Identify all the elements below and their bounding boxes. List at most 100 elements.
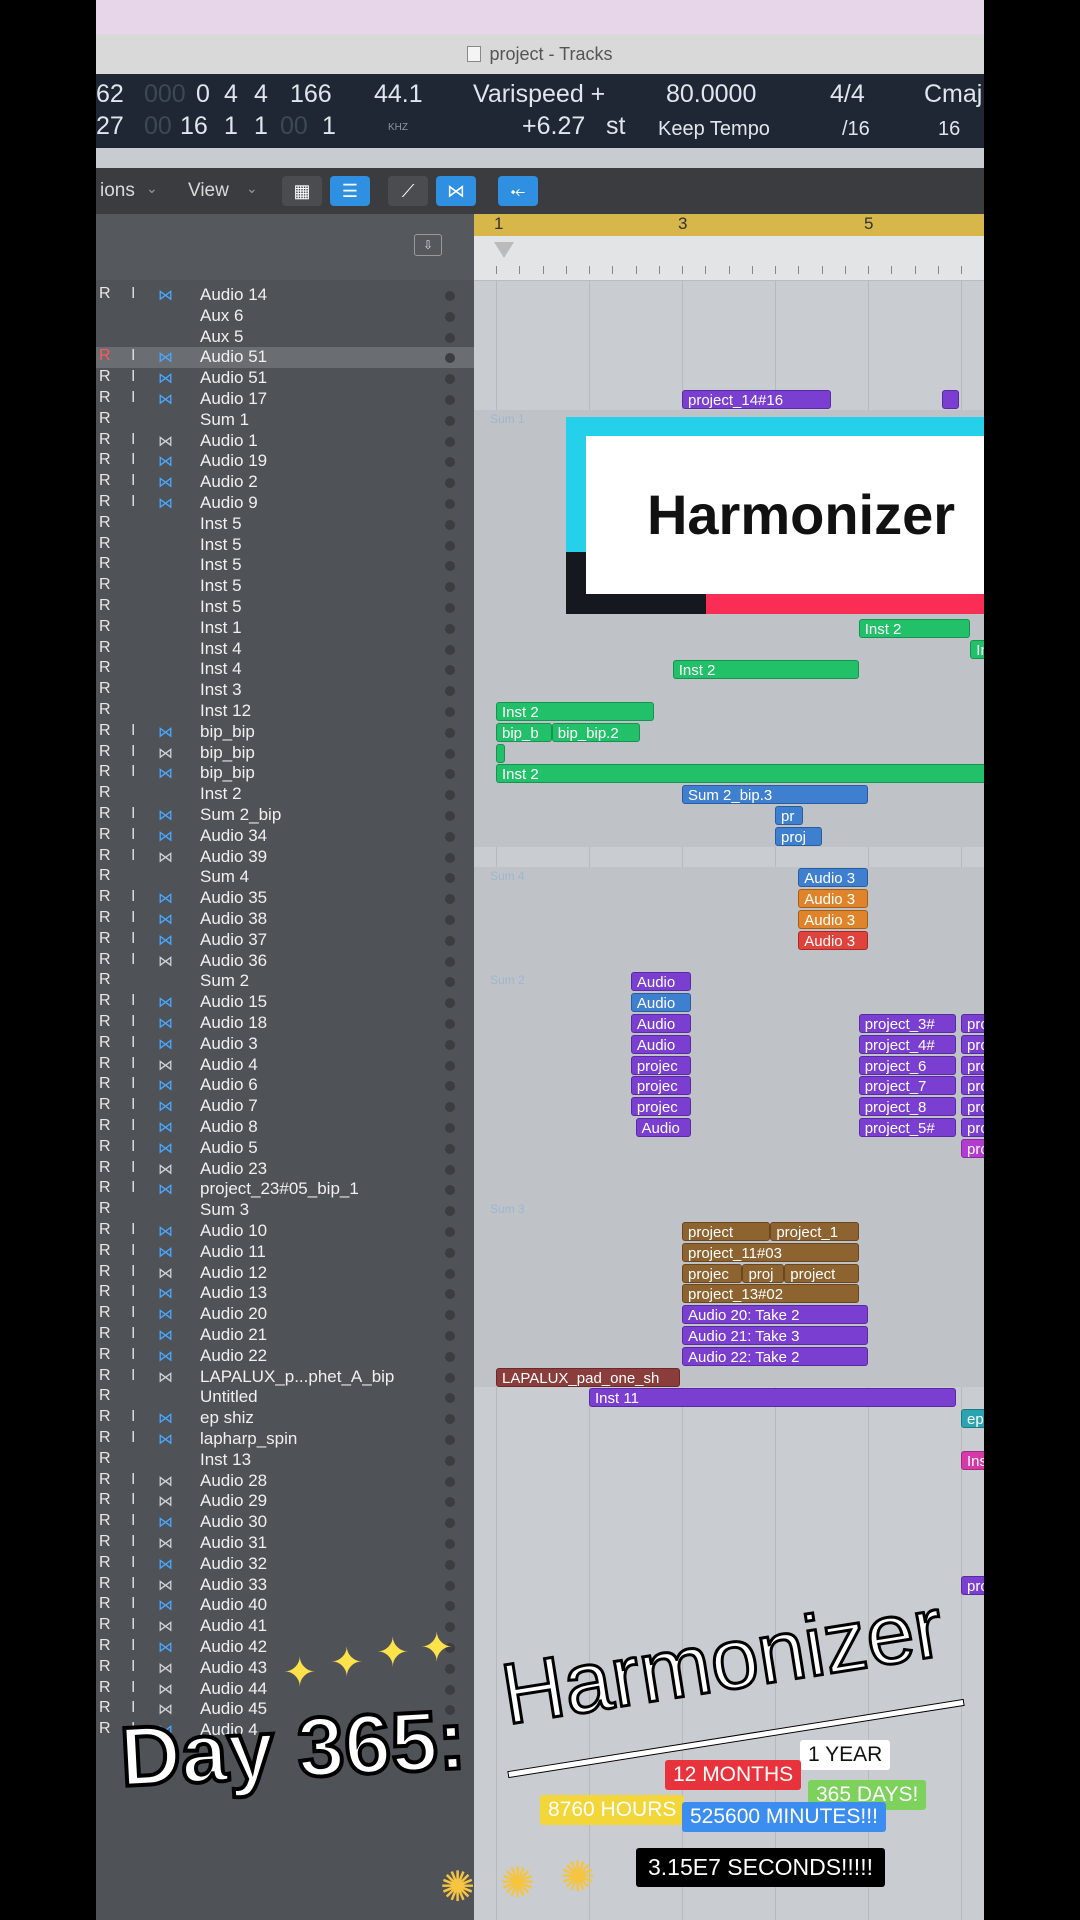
record-enable-button[interactable]: R xyxy=(99,1055,111,1073)
region[interactable]: proj xyxy=(775,826,822,846)
track-header-row[interactable]: R I ⋈ Audio 28 xyxy=(96,1471,474,1492)
region[interactable]: project_3# xyxy=(858,1014,957,1033)
input-monitor-button[interactable]: I xyxy=(131,1637,135,1655)
input-monitor-button[interactable]: I xyxy=(131,368,135,386)
record-enable-button[interactable]: R xyxy=(99,1075,111,1093)
record-enable-button[interactable]: R xyxy=(99,1450,111,1468)
region[interactable]: Audio 20: Take 2 xyxy=(682,1305,868,1325)
track-header-row[interactable]: R I ⋈ Audio 40 xyxy=(96,1595,474,1616)
record-enable-button[interactable]: R xyxy=(99,431,111,449)
record-enable-button[interactable]: R xyxy=(99,1595,111,1613)
flex-icon[interactable]: ⋈ xyxy=(158,1534,173,1552)
region[interactable]: pro xyxy=(961,1097,984,1117)
input-monitor-button[interactable]: I xyxy=(131,1159,135,1177)
record-enable-button[interactable]: R xyxy=(99,493,111,511)
record-enable-button[interactable]: R xyxy=(99,347,111,365)
flex-icon[interactable]: ⋈ xyxy=(158,993,173,1011)
record-enable-button[interactable]: R xyxy=(99,389,111,407)
region[interactable]: Ins xyxy=(970,639,984,659)
track-header-row[interactable]: R Sum 2 xyxy=(96,971,474,992)
input-monitor-button[interactable]: I xyxy=(131,1346,135,1364)
input-monitor-button[interactable]: I xyxy=(131,992,135,1010)
input-monitor-button[interactable]: I xyxy=(131,1138,135,1156)
record-enable-button[interactable]: R xyxy=(99,1387,111,1405)
flex-icon[interactable]: ⋈ xyxy=(158,1492,173,1510)
flex-icon[interactable]: ⋈ xyxy=(158,1472,173,1490)
record-enable-button[interactable]: R xyxy=(99,951,111,969)
flex-icon[interactable]: ⋈ xyxy=(158,1014,173,1032)
track-header-row[interactable]: R I ⋈ bip_bip xyxy=(96,763,474,784)
region[interactable]: bip_bip.2 xyxy=(551,722,641,742)
track-header-row[interactable]: R I ⋈ Audio 11 xyxy=(96,1242,474,1263)
input-monitor-button[interactable]: I xyxy=(131,951,135,969)
track-header-row[interactable]: R I ⋈ Audio 14 xyxy=(96,285,474,306)
record-enable-button[interactable]: R xyxy=(99,1117,111,1135)
record-enable-button[interactable]: R xyxy=(99,1221,111,1239)
region[interactable]: Audio 3 xyxy=(798,930,868,950)
record-enable-button[interactable]: R xyxy=(99,992,111,1010)
record-enable-button[interactable]: R xyxy=(99,368,111,386)
flex-icon[interactable]: ⋈ xyxy=(158,1243,173,1261)
region[interactable]: Inst 11 xyxy=(589,1388,957,1408)
input-monitor-button[interactable]: I xyxy=(131,847,135,865)
flex-icon[interactable]: ⋈ xyxy=(158,744,173,762)
record-enable-button[interactable]: R xyxy=(99,1637,111,1655)
flex-icon[interactable]: ⋈ xyxy=(158,1305,173,1323)
input-monitor-button[interactable]: I xyxy=(131,1679,135,1697)
track-header-row[interactable]: R Sum 3 xyxy=(96,1200,474,1221)
record-enable-button[interactable]: R xyxy=(99,1263,111,1281)
region[interactable]: projec xyxy=(682,1263,743,1283)
track-header-row[interactable]: R I ⋈ Audio 10 xyxy=(96,1221,474,1242)
flex-icon[interactable]: ⋈ xyxy=(158,1097,173,1115)
input-monitor-button[interactable]: I xyxy=(131,1283,135,1301)
track-header-row[interactable]: R I ⋈ Audio 38 xyxy=(96,909,474,930)
input-monitor-button[interactable]: I xyxy=(131,1512,135,1530)
track-header-row[interactable]: R I ⋈ Audio 3 xyxy=(96,1034,474,1055)
region[interactable]: projec xyxy=(630,1097,692,1117)
flex-icon[interactable]: ⋈ xyxy=(158,806,173,824)
input-monitor-button[interactable]: I xyxy=(131,1325,135,1343)
record-enable-button[interactable]: R xyxy=(99,909,111,927)
flex-icon[interactable]: ⋈ xyxy=(158,390,173,408)
record-enable-button[interactable]: R xyxy=(99,555,111,573)
record-enable-button[interactable]: R xyxy=(99,701,111,719)
flex-icon[interactable]: ⋈ xyxy=(158,1139,173,1157)
input-monitor-button[interactable]: I xyxy=(131,431,135,449)
track-header-row[interactable]: R I ⋈ lapharp_spin xyxy=(96,1429,474,1450)
input-monitor-button[interactable]: I xyxy=(131,1304,135,1322)
record-enable-button[interactable]: R xyxy=(99,1096,111,1114)
flex-icon[interactable]: ⋈ xyxy=(158,1513,173,1531)
track-header-row[interactable]: R I ⋈ Audio 34 xyxy=(96,826,474,847)
input-monitor-button[interactable]: I xyxy=(131,1055,135,1073)
input-monitor-button[interactable]: I xyxy=(131,347,135,365)
record-enable-button[interactable]: R xyxy=(99,535,111,553)
region[interactable]: Inst 2 xyxy=(496,702,655,721)
lcd-display[interactable]: 62 000 0 4 4 166 27 00 16 1 1 00 1 44.1 … xyxy=(96,74,984,148)
input-monitor-button[interactable]: I xyxy=(131,1075,135,1093)
region[interactable]: pro xyxy=(961,1138,984,1158)
flex-icon[interactable]: ⋈ xyxy=(158,1617,173,1635)
region[interactable]: ep xyxy=(961,1409,984,1429)
input-monitor-button[interactable]: I xyxy=(131,1263,135,1281)
input-monitor-button[interactable]: I xyxy=(131,1179,135,1197)
track-header-row[interactable]: R I ⋈ Audio 13 xyxy=(96,1283,474,1304)
track-header-row[interactable]: R I ⋈ Audio 41 xyxy=(96,1616,474,1637)
flex-icon[interactable]: ⋈ xyxy=(158,369,173,387)
region[interactable]: project_1 xyxy=(770,1222,859,1241)
region[interactable]: project_6 xyxy=(858,1055,957,1075)
record-enable-button[interactable]: R xyxy=(99,1554,111,1572)
track-header-row[interactable]: R Inst 13 xyxy=(96,1450,474,1471)
region[interactable]: Audio 3 xyxy=(798,910,868,929)
flex-icon[interactable]: ⋈ xyxy=(158,931,173,949)
record-enable-button[interactable]: R xyxy=(99,1179,111,1197)
flex-icon[interactable]: ⋈ xyxy=(158,848,173,866)
track-header-row[interactable]: R I ⋈ Audio 12 xyxy=(96,1263,474,1284)
track-header-row[interactable]: R I ⋈ Audio 32 xyxy=(96,1554,474,1575)
record-enable-button[interactable]: R xyxy=(99,1512,111,1530)
track-header-row[interactable]: R Untitled xyxy=(96,1387,474,1408)
region[interactable]: Audio xyxy=(630,1034,692,1054)
track-header-row[interactable]: R I ⋈ Audio 19 xyxy=(96,451,474,472)
region[interactable] xyxy=(496,743,506,763)
record-enable-button[interactable]: R xyxy=(99,763,111,781)
input-monitor-button[interactable]: I xyxy=(131,1367,135,1385)
